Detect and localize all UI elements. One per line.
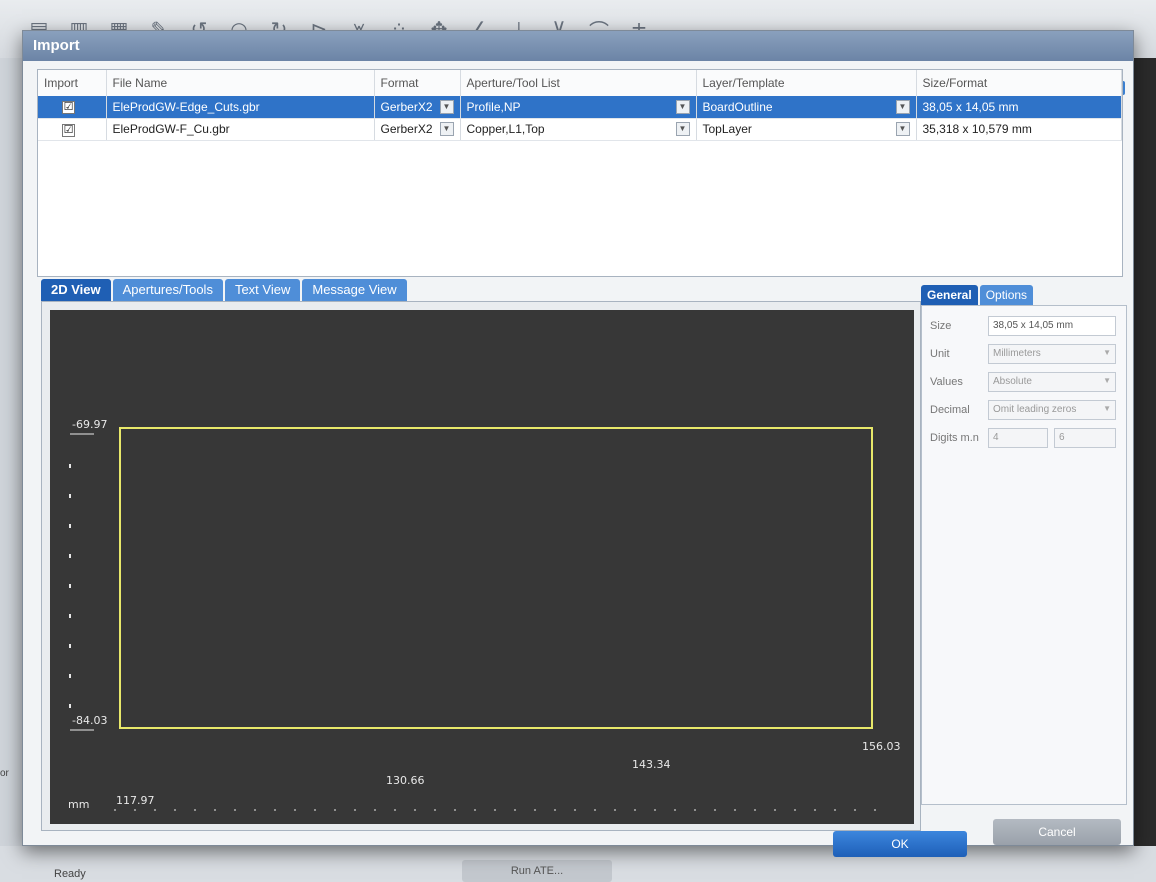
import-dialog: Import ❐ ✕ Import File Name Format Apert… xyxy=(22,30,1134,857)
values-select[interactable]: Absolute ▼ xyxy=(988,372,1116,392)
chevron-down-icon[interactable]: ▼ xyxy=(895,99,910,114)
file-name-cell: EleProdGW-Edge_Cuts.gbr xyxy=(106,96,375,119)
layer-cell: TopLayer xyxy=(702,122,752,136)
chevron-down-icon: ▼ xyxy=(1103,404,1111,413)
digits-n-spinner[interactable]: 6 xyxy=(1054,428,1116,448)
digits-m-spinner[interactable]: 4 xyxy=(988,428,1048,448)
values-value: Absolute xyxy=(993,376,1032,387)
unit-label: mm xyxy=(68,798,90,811)
unit-select[interactable]: Millimeters ▼ xyxy=(988,344,1116,364)
x-label: 156.03 xyxy=(862,740,901,753)
status-text: Ready xyxy=(54,868,86,880)
layer-cell: BoardOutline xyxy=(702,99,773,114)
size-label: Size xyxy=(930,320,952,332)
table-row[interactable]: ☑ EleProdGW-Edge_Cuts.gbr GerberX2 ▼ Prof… xyxy=(38,96,1122,119)
table-row[interactable]: ☑ EleProdGW-F_Cu.gbr GerberX2 ▼ Copper,L1… xyxy=(38,118,1122,141)
dialog-title: Import xyxy=(23,31,1133,61)
property-panel: Size 38,05 x 14,05 mm Unit Millimeters ▼ … xyxy=(921,305,1127,805)
board-outline xyxy=(119,427,873,729)
file-name-cell: EleProdGW-F_Cu.gbr xyxy=(106,118,375,141)
x-label: 117.97 xyxy=(116,794,155,807)
tab-apertures-tools[interactable]: Apertures/Tools xyxy=(112,279,223,301)
col-layer[interactable]: Layer/Template xyxy=(696,70,917,96)
chevron-down-icon: ▼ xyxy=(1103,348,1111,357)
col-file-name[interactable]: File Name xyxy=(106,70,375,96)
chevron-down-icon[interactable]: ▼ xyxy=(895,122,910,136)
size-cell: 35,318 x 10,579 mm xyxy=(916,118,1122,141)
tab-text-view[interactable]: Text View xyxy=(224,279,301,301)
decimal-label: Decimal xyxy=(930,404,970,416)
tab-message-view[interactable]: Message View xyxy=(302,279,407,301)
col-size[interactable]: Size/Format xyxy=(916,70,1122,96)
app-left-panel: or xyxy=(0,58,22,882)
table-header: Import File Name Format Aperture/Tool Li… xyxy=(38,70,1122,96)
import-checkbox[interactable]: ☑ xyxy=(62,101,75,115)
aperture-cell: Copper,L1,Top xyxy=(466,122,545,136)
x-label: 130.66 xyxy=(386,774,425,787)
chevron-down-icon[interactable]: ▼ xyxy=(439,99,454,114)
property-tabs: General Options xyxy=(921,285,1034,305)
digits-m-value: 4 xyxy=(993,432,999,443)
size-cell: 38,05 x 14,05 mm xyxy=(916,96,1122,119)
canvas-drawing xyxy=(69,427,886,811)
cancel-button[interactable]: Cancel xyxy=(993,819,1121,845)
tab-2d-view[interactable]: 2D View xyxy=(41,279,111,301)
decimal-value: Omit leading zeros xyxy=(993,404,1077,415)
chevron-down-icon[interactable]: ▼ xyxy=(675,122,690,136)
import-checkbox[interactable]: ☑ xyxy=(62,123,75,137)
view-tabs: 2D View Apertures/Tools Text View Messag… xyxy=(41,279,407,301)
file-table: Import File Name Format Aperture/Tool Li… xyxy=(37,69,1123,277)
digits-n-value: 6 xyxy=(1059,432,1065,443)
tab-general[interactable]: General xyxy=(921,285,978,305)
format-cell: GerberX2 xyxy=(380,99,433,114)
app-status-bar: Ready Run ATE... xyxy=(0,846,1156,882)
aperture-cell: Profile,NP xyxy=(466,99,521,114)
2d-canvas[interactable]: -69.97 -84.03 mm 117.97 130.66 143.34 15… xyxy=(50,310,914,824)
decimal-select[interactable]: Omit leading zeros ▼ xyxy=(988,400,1116,420)
y-label-bottom: -84.03 xyxy=(72,714,108,727)
ok-button[interactable]: OK xyxy=(833,831,967,857)
col-format[interactable]: Format xyxy=(374,70,461,96)
chevron-down-icon[interactable]: ▼ xyxy=(675,99,690,114)
digits-label: Digits m.n xyxy=(930,432,979,444)
view-panel: -69.97 -84.03 mm 117.97 130.66 143.34 15… xyxy=(41,301,921,831)
values-label: Values xyxy=(930,376,963,388)
unit-value: Millimeters xyxy=(993,348,1041,359)
chevron-down-icon: ▼ xyxy=(1103,376,1111,385)
run-ate-button[interactable]: Run ATE... xyxy=(462,860,612,882)
y-label-top: -69.97 xyxy=(72,418,108,431)
size-field[interactable]: 38,05 x 14,05 mm xyxy=(988,316,1116,336)
chevron-down-icon[interactable]: ▼ xyxy=(439,122,454,136)
col-import[interactable]: Import xyxy=(38,70,107,96)
tab-options[interactable]: Options xyxy=(979,285,1034,305)
unit-label: Unit xyxy=(930,348,950,360)
format-cell: GerberX2 xyxy=(380,122,433,136)
left-label: or xyxy=(0,768,9,779)
x-label: 143.34 xyxy=(632,758,671,771)
col-aperture[interactable]: Aperture/Tool List xyxy=(460,70,697,96)
